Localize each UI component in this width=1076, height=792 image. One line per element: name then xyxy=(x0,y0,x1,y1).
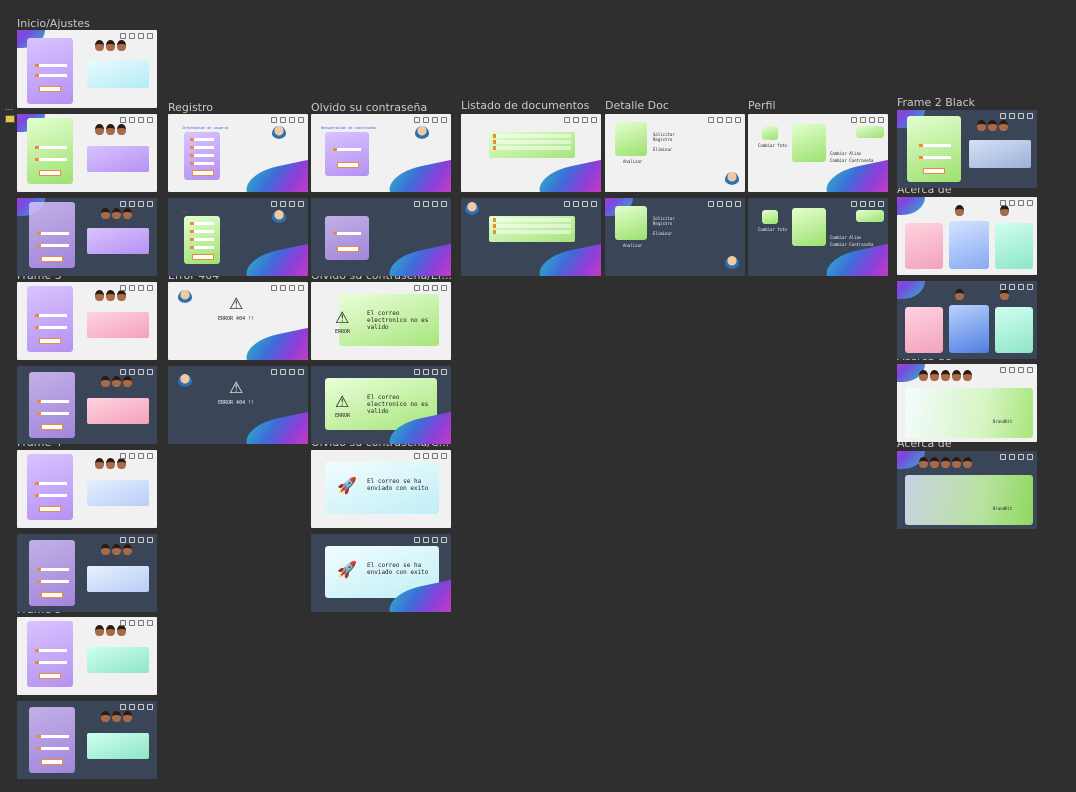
frame-perfil-dark[interactable]: Cambiar foto Cambiar Alias Cambiar Contr… xyxy=(748,198,888,276)
warning-icon: ⚠ xyxy=(335,392,350,411)
frame-registro-light[interactable]: Información de usuario xyxy=(168,114,308,192)
frame-2-black[interactable] xyxy=(897,110,1037,188)
frame-3-light[interactable] xyxy=(17,282,157,360)
frame-error-404-light[interactable]: ⚠ ERROR 404 !! xyxy=(168,282,308,360)
frame-perfil-light[interactable]: Cambiar foto Cambiar Alias Cambiar Contr… xyxy=(748,114,888,192)
warning-icon: ⚠ xyxy=(229,294,244,313)
frame-olvido-error-dark[interactable]: ⚠ ERROR El correo electronico no es vali… xyxy=(311,366,451,444)
rocket-icon: 🚀 xyxy=(337,560,357,579)
frame-label-frame2black[interactable]: Frame 2 Black xyxy=(897,96,975,109)
frame-registro-dark[interactable]: ··· xyxy=(168,198,308,276)
frame-inicio-dark[interactable] xyxy=(17,198,157,276)
frame-inicio-light-2[interactable] xyxy=(17,114,157,192)
frame-listado-light[interactable] xyxy=(461,114,601,192)
frame-acerca-brandkit-dark[interactable]: BrandKit xyxy=(897,451,1037,529)
frame-label-olvido[interactable]: Olvido su contraseña xyxy=(311,101,427,114)
toolbar-icons xyxy=(120,33,153,39)
frame-5-dark[interactable] xyxy=(17,701,157,779)
frame-label-perfil[interactable]: Perfil xyxy=(748,99,776,112)
frame-olvido-light[interactable]: Recuperación de contraseña xyxy=(311,114,451,192)
more-icon[interactable]: ⋯ xyxy=(5,106,15,114)
frame-label-registro[interactable]: Registro xyxy=(168,101,213,114)
frame-4-light[interactable] xyxy=(17,450,157,528)
frame-olvido-ok-dark[interactable]: 🚀 El correo se ha enviado con exito xyxy=(311,534,451,612)
frame-label-detalle[interactable]: Detalle Doc xyxy=(605,99,669,112)
frame-olvido-error-light[interactable]: ⚠ ERROR El correo electronico no es vali… xyxy=(311,282,451,360)
frame-detalle-light[interactable]: Solicitar Registro Eliminar Analizar xyxy=(605,114,745,192)
warning-icon: ⚠ xyxy=(229,378,244,397)
component-icon xyxy=(5,115,15,123)
frame-inicio-light[interactable] xyxy=(17,30,157,108)
rocket-icon: 🚀 xyxy=(337,476,357,495)
warning-icon: ⚠ xyxy=(335,308,350,327)
frame-listado-dark[interactable] xyxy=(461,198,601,276)
frame-acerca-brandkit-light[interactable]: BrandKit xyxy=(897,364,1037,442)
frame-label-listado[interactable]: Listado de documentos xyxy=(461,99,589,112)
frame-acerca-dark[interactable] xyxy=(897,281,1037,359)
frame-acerca-light[interactable] xyxy=(897,197,1037,275)
frame-olvido-ok-light[interactable]: 🚀 El correo se ha enviado con exito xyxy=(311,450,451,528)
frame-error-404-dark[interactable]: ⚠ ERROR 404 !! xyxy=(168,366,308,444)
frame-olvido-dark[interactable] xyxy=(311,198,451,276)
frame-4-dark[interactable] xyxy=(17,534,157,612)
frame-label-inicio-ajustes[interactable]: Inicio/Ajustes xyxy=(17,17,90,30)
frame-5-light[interactable] xyxy=(17,617,157,695)
frame-detalle-dark[interactable]: Solicitar Registro Eliminar Analizar xyxy=(605,198,745,276)
frame-3-dark[interactable] xyxy=(17,366,157,444)
